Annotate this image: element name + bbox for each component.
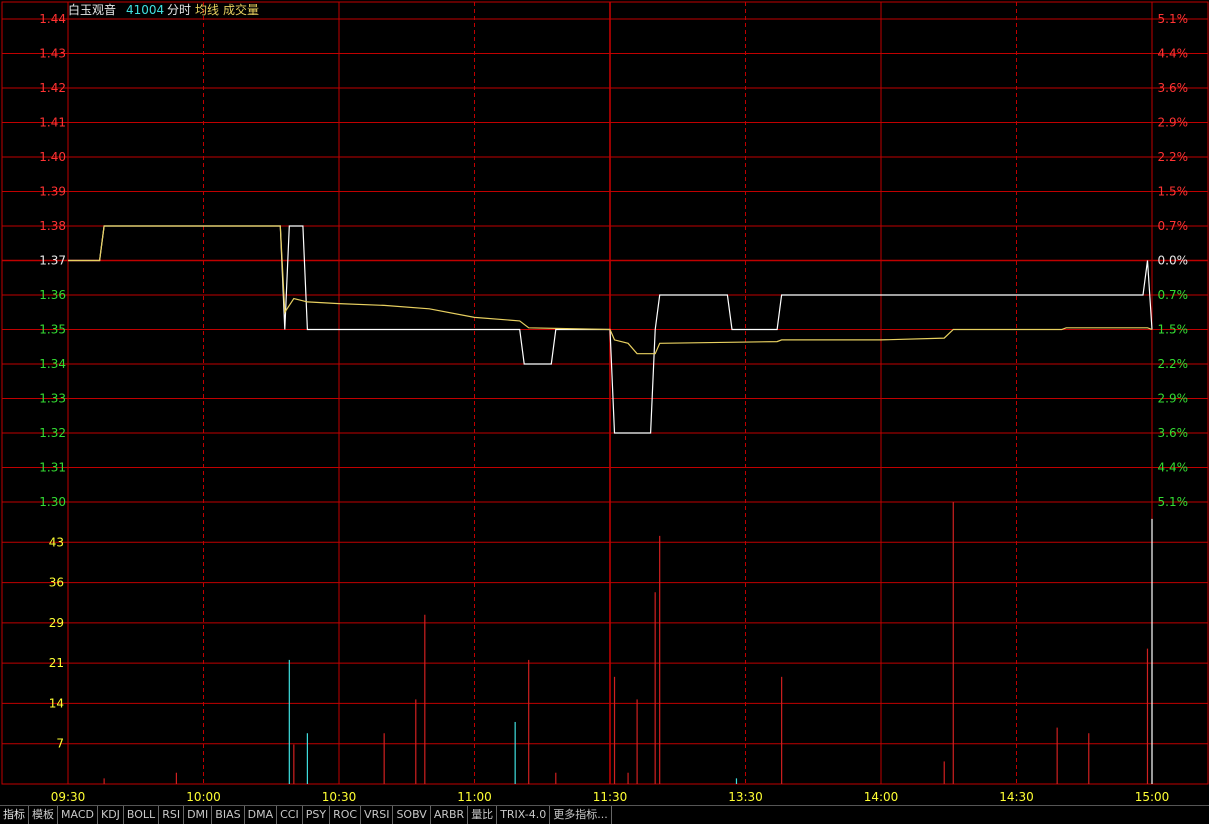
percent-tick-label: 5.1% bbox=[1158, 12, 1189, 26]
percent-tick-label: 2.2% bbox=[1158, 357, 1189, 371]
header-item-junxian: 均线 bbox=[195, 3, 219, 17]
indicator-tab[interactable]: 更多指标... bbox=[550, 806, 612, 824]
indicator-tab[interactable]: TRIX-4.0 bbox=[497, 806, 551, 824]
indicator-tab[interactable]: 指标 bbox=[0, 806, 29, 824]
volume-tick-label: 21 bbox=[49, 656, 64, 670]
price-tick-label: 1.38 bbox=[39, 219, 66, 233]
price-tick-label: 1.39 bbox=[39, 185, 66, 199]
time-tick-label: 15:00 bbox=[1135, 790, 1170, 804]
indicator-tab[interactable]: CCI bbox=[277, 806, 303, 824]
price-tick-label: 1.43 bbox=[39, 47, 66, 61]
percent-axis-ticks: 5.1% 4.4% 3.6% 2.9% 2.2% 1.5% 0.7% 0.0% 0.7% 1.5%… bbox=[1158, 12, 1189, 509]
indicator-tab[interactable]: DMA bbox=[245, 806, 278, 824]
volume-tick-label: 14 bbox=[49, 696, 64, 710]
indicator-tab[interactable]: 模板 bbox=[29, 806, 58, 824]
time-tick-label: 14:00 bbox=[864, 790, 899, 804]
intraday-chart[interactable]: 1.44 1.43 1.42 1.41 1.40 1.39 1.38 1.37 1.36 1.35… bbox=[0, 0, 1209, 823]
price-tick-label: 1.44 bbox=[39, 12, 66, 26]
indicator-tab[interactable]: DMI bbox=[184, 806, 213, 824]
chart-background bbox=[0, 0, 1209, 823]
indicator-tab[interactable]: BIAS bbox=[212, 806, 245, 824]
indicator-tab[interactable]: MACD bbox=[58, 806, 98, 824]
price-tick-label: 1.30 bbox=[39, 495, 66, 509]
percent-tick-label: 0.7% bbox=[1158, 219, 1189, 233]
price-tick-label: 1.37 bbox=[39, 254, 66, 268]
stock-name: 白玉观音 bbox=[68, 2, 116, 17]
price-axis-ticks: 1.44 1.43 1.42 1.41 1.40 1.39 1.38 1.37 1.36 1.35… bbox=[39, 12, 66, 509]
volume-tick-label: 36 bbox=[49, 576, 64, 590]
indicator-tab[interactable]: BOLL bbox=[124, 806, 160, 824]
percent-tick-label: 4.4% bbox=[1158, 461, 1189, 475]
time-tick-label: 11:00 bbox=[457, 790, 492, 804]
time-tick-label: 13:30 bbox=[728, 790, 763, 804]
indicator-tab[interactable]: VRSI bbox=[361, 806, 394, 824]
price-tick-label: 1.34 bbox=[39, 357, 66, 371]
percent-tick-label: 2.9% bbox=[1158, 116, 1189, 130]
percent-tick-label: 4.4% bbox=[1158, 47, 1189, 61]
indicator-tab[interactable]: ROC bbox=[330, 806, 362, 824]
indicator-tab[interactable]: ARBR bbox=[431, 806, 469, 824]
time-tick-label: 14:30 bbox=[999, 790, 1034, 804]
volume-tick-label: 29 bbox=[49, 616, 64, 630]
time-tick-label: 10:00 bbox=[186, 790, 221, 804]
percent-tick-label: 3.6% bbox=[1158, 81, 1189, 95]
time-tick-label: 09:30 bbox=[51, 790, 86, 804]
price-tick-label: 1.31 bbox=[39, 461, 66, 475]
indicator-tab[interactable]: RSI bbox=[159, 806, 185, 824]
time-tick-label: 11:30 bbox=[593, 790, 628, 804]
indicator-tab[interactable]: PSY bbox=[303, 806, 331, 824]
percent-tick-label: 2.2% bbox=[1158, 150, 1189, 164]
time-tick-label: 10:30 bbox=[322, 790, 357, 804]
header-item-volume: 成交量 bbox=[223, 2, 259, 17]
price-tick-label: 1.42 bbox=[39, 81, 66, 95]
volume-tick-label: 43 bbox=[49, 535, 64, 549]
indicator-tab[interactable]: 量比 bbox=[468, 806, 498, 824]
price-tick-label: 1.32 bbox=[39, 426, 66, 440]
percent-tick-label: 3.6% bbox=[1158, 426, 1189, 440]
price-tick-label: 1.41 bbox=[39, 116, 66, 130]
volume-tick-label: 7 bbox=[56, 737, 64, 751]
percent-tick-label: 2.9% bbox=[1158, 392, 1189, 406]
price-tick-label: 1.35 bbox=[39, 323, 66, 337]
percent-tick-label: 0.0% bbox=[1158, 254, 1189, 268]
time-axis-ticks: 09:30 10:00 10:30 11:00 11:30 13:30 14:00 14:30… bbox=[51, 790, 1170, 804]
percent-tick-label: 1.5% bbox=[1158, 323, 1189, 337]
price-tick-label: 1.36 bbox=[39, 288, 66, 302]
header-item-fenshi: 分时 bbox=[167, 3, 191, 17]
indicator-tab[interactable]: KDJ bbox=[98, 806, 124, 824]
percent-tick-label: 5.1% bbox=[1158, 495, 1189, 509]
percent-tick-label: 1.5% bbox=[1158, 185, 1189, 199]
indicator-tab[interactable]: SOBV bbox=[393, 806, 431, 824]
indicator-tab-bar: 指标 模板 MACD KDJ BOLL RSI DMI BIAS DMA CCI PSY ROC VRS… bbox=[0, 805, 1209, 824]
price-tick-label: 1.40 bbox=[39, 150, 66, 164]
chart-header: 白玉观音 41004 分时 均线 成交量 bbox=[68, 2, 259, 17]
stock-code: 41004 bbox=[126, 3, 164, 17]
percent-tick-label: 0.7% bbox=[1158, 288, 1189, 302]
price-tick-label: 1.33 bbox=[39, 392, 66, 406]
